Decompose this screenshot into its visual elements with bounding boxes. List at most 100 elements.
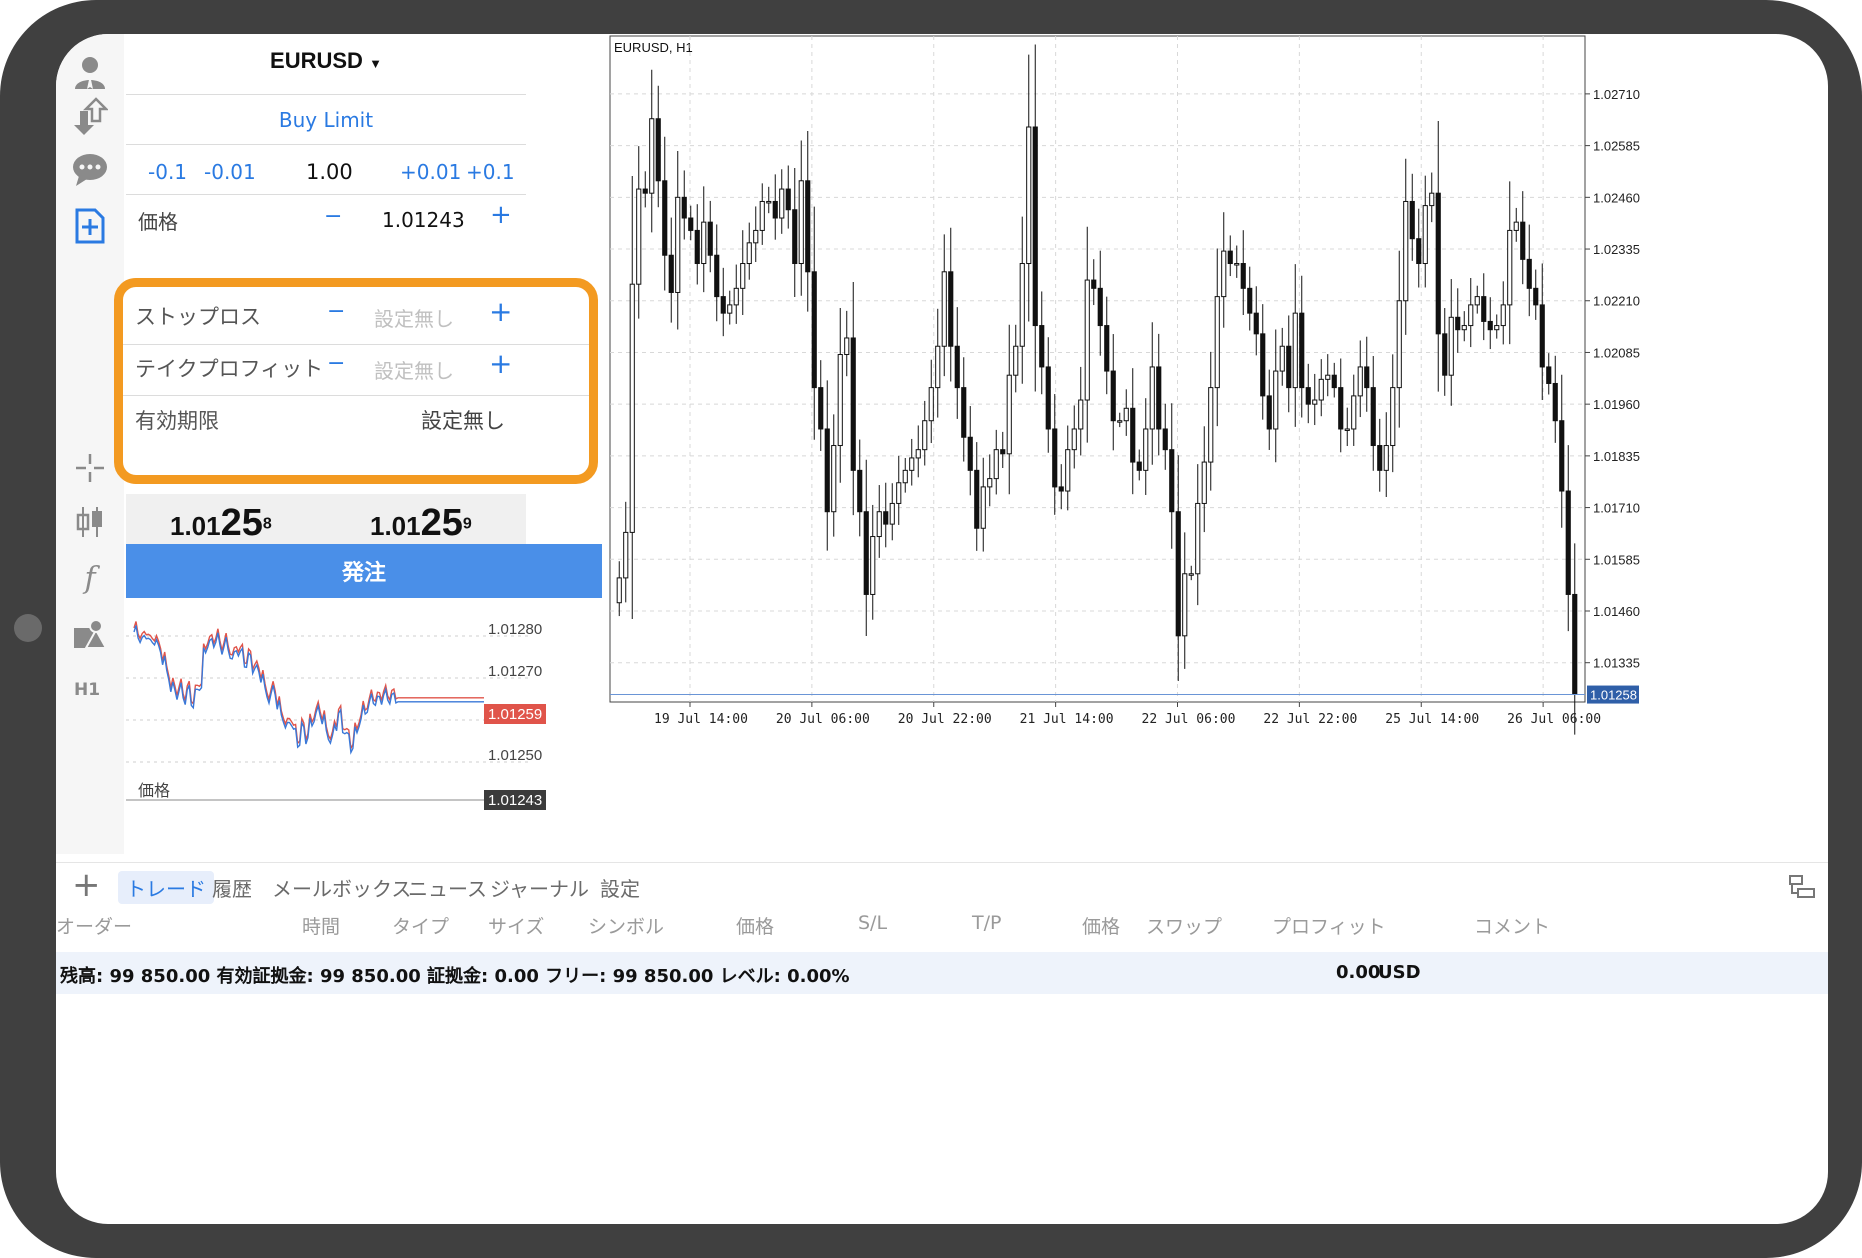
bull-candle-body (1019, 263, 1025, 347)
col-sl[interactable]: S/L (858, 912, 887, 934)
price-value[interactable]: 1.01243 (382, 208, 465, 232)
x-tick-label: 21 Jul 14:00 (1020, 712, 1114, 727)
col-tp[interactable]: T/P (972, 912, 1001, 934)
tab-news[interactable]: ニュース (408, 873, 487, 902)
candle-icon[interactable] (70, 502, 110, 542)
volume-value[interactable]: 1.00 (306, 160, 353, 184)
col-symbol[interactable]: シンボル (588, 912, 664, 939)
tab-settings[interactable]: 設定 (600, 873, 640, 902)
tab-mailbox[interactable]: メールボックス (272, 873, 411, 902)
crosshair-icon[interactable] (70, 448, 110, 488)
tab-journal[interactable]: ジャーナル (490, 873, 589, 902)
chat-icon[interactable] (70, 150, 110, 190)
bull-candle-body (1344, 428, 1350, 431)
x-tick-label: 25 Jul 14:00 (1385, 712, 1479, 727)
bear-candle-body (1364, 366, 1370, 389)
symbol-name: EURUSD (270, 48, 363, 73)
stop-loss-plus-button[interactable]: + (489, 295, 512, 328)
tick-axis-label: 価格 (138, 781, 170, 800)
col-price-current[interactable]: 価格 (1082, 912, 1120, 939)
expiry-value[interactable]: 設定無し (421, 405, 505, 435)
x-tick-label: 22 Jul 06:00 (1142, 712, 1236, 727)
bull-candle-body (896, 482, 902, 504)
volume-minus-0.01-button[interactable]: -0.01 (204, 160, 256, 184)
bear-candle-body (1110, 370, 1116, 422)
order-type-selector[interactable]: Buy Limit (126, 108, 526, 132)
chart-title: EURUSD, H1 (614, 40, 693, 55)
stop-loss-minus-button[interactable]: − (327, 299, 345, 324)
bull-candle-body (1013, 345, 1019, 376)
bid-big: 25 (220, 502, 263, 544)
add-icon[interactable]: + (72, 865, 101, 905)
new-order-icon[interactable] (70, 206, 110, 246)
bear-candle-body (1039, 325, 1045, 368)
candlestick-chart[interactable]: EURUSD, H1 1.02710 1.02585 1.02460 1.02335 1… (604, 34, 1826, 860)
bull-candle-body (1214, 296, 1220, 389)
bear-candle-body (1260, 333, 1266, 397)
stop-loss-value[interactable]: 設定無し (374, 303, 454, 332)
timeframe-label[interactable]: H1 (74, 680, 100, 700)
col-comment[interactable]: コメント (1474, 912, 1550, 939)
bull-candle-body (915, 449, 921, 459)
bear-candle-body (688, 217, 694, 231)
bull-candle-body (1325, 374, 1331, 380)
col-swap[interactable]: スワップ (1146, 912, 1222, 939)
bull-candle-body (837, 354, 843, 447)
bull-candle-body (733, 287, 739, 306)
stop-loss-label: ストップロス (135, 305, 261, 329)
bull-candle-body (675, 196, 681, 293)
volume-plus-0.1-button[interactable]: +0.1 (466, 160, 515, 184)
tab-trade[interactable]: トレード (118, 871, 214, 904)
price-plus-button[interactable]: + (490, 200, 512, 230)
objects-icon[interactable] (70, 614, 110, 654)
ask-price-tag-text: 1.01259 (488, 706, 542, 723)
col-order[interactable]: オーダー (56, 912, 132, 939)
bear-candle-body (655, 118, 661, 182)
function-icon[interactable]: f (70, 558, 110, 598)
bear-candle-body (681, 196, 687, 219)
col-time[interactable]: 時間 (302, 912, 340, 939)
bull-candle-body (701, 221, 707, 265)
take-profit-minus-button[interactable]: − (327, 351, 345, 376)
tick-price-label: 1.01270 (488, 663, 542, 680)
bear-candle-body (1266, 395, 1272, 430)
bull-candle-body (922, 420, 928, 451)
bull-candle-body (1078, 399, 1084, 430)
main-chart[interactable]: EURUSD, H1 1.02710 1.02585 1.02460 1.02335 1… (604, 34, 1826, 860)
y-tick-label: 1.01710 (1593, 501, 1640, 516)
y-tick-label: 1.01585 (1593, 552, 1640, 567)
transfer-icon[interactable] (70, 96, 110, 136)
layout-icon[interactable] (1788, 873, 1816, 905)
bear-candle-body (1546, 366, 1552, 384)
bear-candle-body (714, 254, 720, 298)
price-minus-button[interactable]: − (324, 204, 342, 229)
bull-candle-body (1026, 126, 1032, 265)
volume-minus-0.1-button[interactable]: -0.1 (148, 160, 187, 184)
account-icon[interactable] (70, 52, 110, 92)
bull-candle-body (1182, 573, 1188, 637)
col-price[interactable]: 価格 (736, 912, 774, 939)
bull-candle-body (1422, 205, 1428, 265)
tablet-frame: f H1 EURUSD ▼ Buy Limit -0.1 -0.01 1.00 … (0, 0, 1862, 1258)
bull-candle-body (1143, 428, 1149, 471)
bear-candle-body (805, 180, 811, 273)
place-order-button[interactable]: 発注 (126, 544, 602, 598)
app-screen: f H1 EURUSD ▼ Buy Limit -0.1 -0.01 1.00 … (56, 34, 1828, 1224)
take-profit-value[interactable]: 設定無し (374, 355, 454, 384)
bear-candle-body (1487, 320, 1493, 331)
col-type[interactable]: タイプ (392, 912, 449, 939)
take-profit-plus-button[interactable]: + (489, 347, 512, 380)
bear-candle-body (974, 469, 980, 529)
bull-candle-body (1351, 395, 1357, 430)
bear-candle-body (792, 209, 798, 265)
volume-plus-0.01-button[interactable]: +0.01 (400, 160, 461, 184)
bear-candle-body (1162, 428, 1168, 451)
col-size[interactable]: サイズ (488, 912, 544, 939)
bear-candle-body (1338, 387, 1344, 430)
symbol-selector[interactable]: EURUSD ▼ (126, 48, 526, 74)
col-profit[interactable]: プロフィット (1272, 912, 1386, 939)
divider (123, 344, 589, 345)
bull-candle-body (1357, 366, 1363, 397)
bull-candle-body (1084, 279, 1090, 401)
tab-history[interactable]: 履歴 (212, 873, 252, 902)
